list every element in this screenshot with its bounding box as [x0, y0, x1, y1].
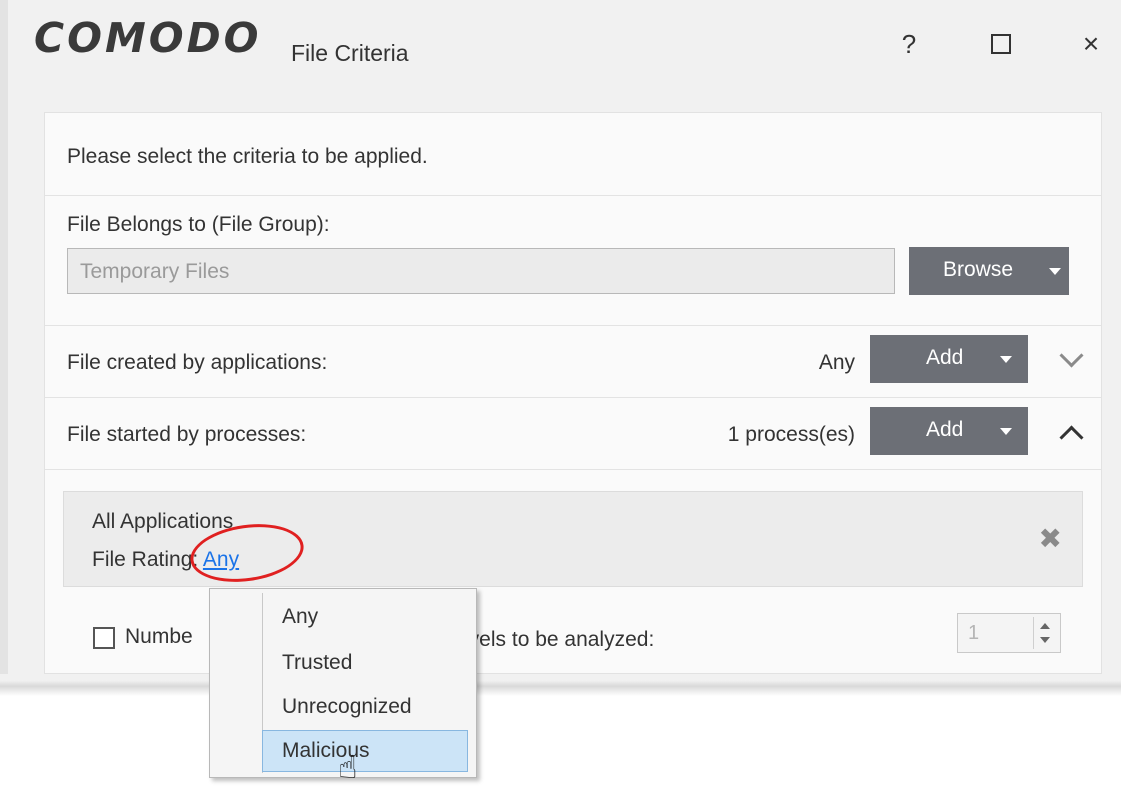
divider: [45, 195, 1101, 196]
divider: [45, 397, 1101, 398]
created-by-label: File created by applications:: [67, 351, 328, 374]
add-label: Add: [926, 346, 964, 369]
spin-up-icon[interactable]: [1040, 623, 1050, 629]
criteria-panel: Please select the criteria to be applied…: [44, 112, 1102, 674]
levels-checkbox[interactable]: [93, 627, 115, 649]
spinner-arrows[interactable]: [1033, 617, 1056, 649]
file-rating-label: File Rating:: [92, 548, 199, 571]
browse-button[interactable]: Browse: [909, 247, 1069, 295]
window-edge: [0, 0, 8, 690]
divider: [45, 325, 1101, 326]
menu-item-unrecognized[interactable]: Unrecognized: [282, 695, 412, 719]
file-criteria-dialog: COMODO File Criteria ? × Please select t…: [0, 0, 1121, 690]
hand-cursor-icon: ☝: [338, 749, 358, 785]
torn-edge: [0, 674, 1121, 696]
add-created-by-button[interactable]: Add: [870, 335, 1028, 383]
dialog-title: File Criteria: [291, 40, 409, 66]
remove-icon[interactable]: ✖: [1039, 522, 1062, 555]
menu-item-trusted[interactable]: Trusted: [282, 651, 352, 675]
title-bar: COMODO File Criteria ? ×: [8, 0, 1121, 90]
file-group-label: File Belongs to (File Group):: [67, 213, 330, 236]
levels-spinner[interactable]: 1: [957, 613, 1061, 653]
file-group-field[interactable]: Temporary Files: [67, 248, 895, 294]
created-by-value: Any: [818, 351, 855, 374]
comodo-logo: COMODO: [34, 14, 262, 62]
levels-label-end: evels to be analyzed:: [457, 628, 655, 651]
add-started-by-button[interactable]: Add: [870, 407, 1028, 455]
add-label: Add: [926, 418, 964, 441]
maximize-icon: [991, 34, 1011, 55]
collapse-chevron-icon[interactable]: [1059, 425, 1084, 450]
spin-down-icon[interactable]: [1040, 637, 1050, 643]
dropdown-arrow-icon: [1049, 268, 1061, 275]
close-button[interactable]: ×: [1066, 22, 1116, 66]
levels-label-start: Numbe: [125, 625, 193, 648]
divider: [45, 469, 1101, 470]
started-by-value: 1 process(es): [727, 423, 855, 446]
dropdown-arrow-icon: [1000, 428, 1012, 435]
dropdown-arrow-icon: [1000, 356, 1012, 363]
menu-item-any[interactable]: Any: [282, 605, 318, 629]
maximize-button[interactable]: [976, 22, 1026, 66]
browse-label: Browse: [943, 258, 1014, 281]
started-by-label: File started by processes:: [67, 423, 307, 446]
expand-chevron-icon[interactable]: [1059, 343, 1084, 368]
process-name: All Applications: [92, 510, 234, 533]
levels-value: 1: [968, 622, 980, 644]
help-button[interactable]: ?: [884, 22, 934, 66]
intro-text: Please select the criteria to be applied…: [67, 145, 428, 168]
